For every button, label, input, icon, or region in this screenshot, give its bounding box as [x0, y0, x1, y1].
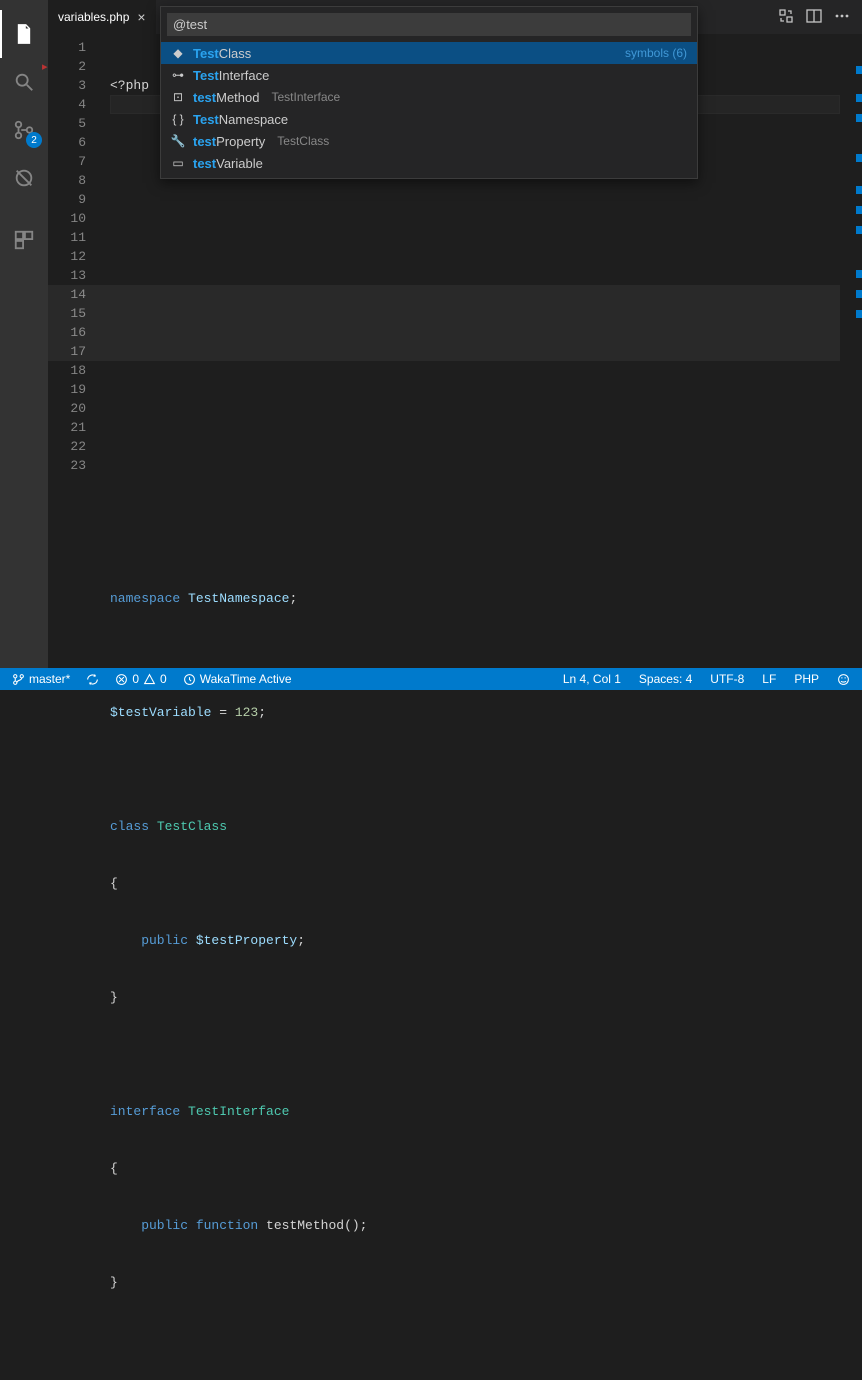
- symbol-item-class[interactable]: ◆ TestClass symbols (6): [161, 42, 697, 64]
- encoding[interactable]: UTF-8: [706, 672, 748, 686]
- tab-label: variables.php: [58, 10, 129, 24]
- language-mode[interactable]: PHP: [790, 672, 823, 686]
- tab-variables-php[interactable]: variables.php ×: [48, 0, 156, 34]
- compare-changes-icon[interactable]: [778, 8, 794, 27]
- property-icon: 🔧: [171, 134, 185, 148]
- search-icon[interactable]: [0, 58, 48, 106]
- debug-icon[interactable]: [0, 154, 48, 202]
- cursor-position[interactable]: Ln 4, Col 1: [559, 672, 625, 686]
- wakatime-status[interactable]: WakaTime Active: [179, 668, 296, 690]
- symbol-item-property[interactable]: 🔧 testProperty TestClass: [161, 130, 697, 152]
- git-branch[interactable]: master*: [8, 668, 74, 690]
- problems[interactable]: 0 0: [111, 668, 170, 690]
- symbol-item-variable[interactable]: ▭ testVariable: [161, 152, 697, 174]
- explorer-icon[interactable]: [0, 10, 48, 58]
- symbols-count: symbols (6): [625, 46, 687, 60]
- activity-bar: 2: [0, 0, 48, 668]
- interface-icon: ⊶: [171, 68, 185, 82]
- symbol-item-interface[interactable]: ⊶ TestInterface: [161, 64, 697, 86]
- symbol-item-namespace[interactable]: { } TestNamespace: [161, 108, 697, 130]
- overview-ruler[interactable]: [856, 34, 862, 668]
- namespace-icon: { }: [171, 112, 185, 126]
- sync-icon[interactable]: [82, 668, 103, 690]
- close-icon[interactable]: ×: [137, 9, 145, 25]
- extensions-icon[interactable]: [0, 216, 48, 264]
- feedback-icon[interactable]: [833, 673, 854, 686]
- split-editor-icon[interactable]: [806, 8, 822, 27]
- scm-badge: 2: [26, 132, 42, 148]
- eol[interactable]: LF: [758, 672, 780, 686]
- variable-icon: ▭: [171, 156, 185, 170]
- method-icon: ⊡: [171, 90, 185, 104]
- class-icon: ◆: [171, 46, 185, 60]
- source-control-icon[interactable]: 2: [0, 106, 48, 154]
- symbol-item-method[interactable]: ⊡ testMethod TestInterface: [161, 86, 697, 108]
- more-icon[interactable]: [834, 8, 850, 27]
- code-line: <?php: [110, 78, 149, 93]
- quick-open-list: ◆ TestClass symbols (6) ⊶ TestInterface …: [161, 42, 697, 178]
- code-content[interactable]: <?php namespace TestNamespace; $testVari…: [110, 38, 862, 1380]
- status-bar: master* 0 0 WakaTime Active Ln 4, Col 1 …: [0, 668, 862, 690]
- indentation[interactable]: Spaces: 4: [635, 672, 696, 686]
- quick-open-input[interactable]: [167, 13, 691, 36]
- quick-open: ◆ TestClass symbols (6) ⊶ TestInterface …: [160, 6, 698, 179]
- glyph-marker: ▸: [42, 59, 48, 78]
